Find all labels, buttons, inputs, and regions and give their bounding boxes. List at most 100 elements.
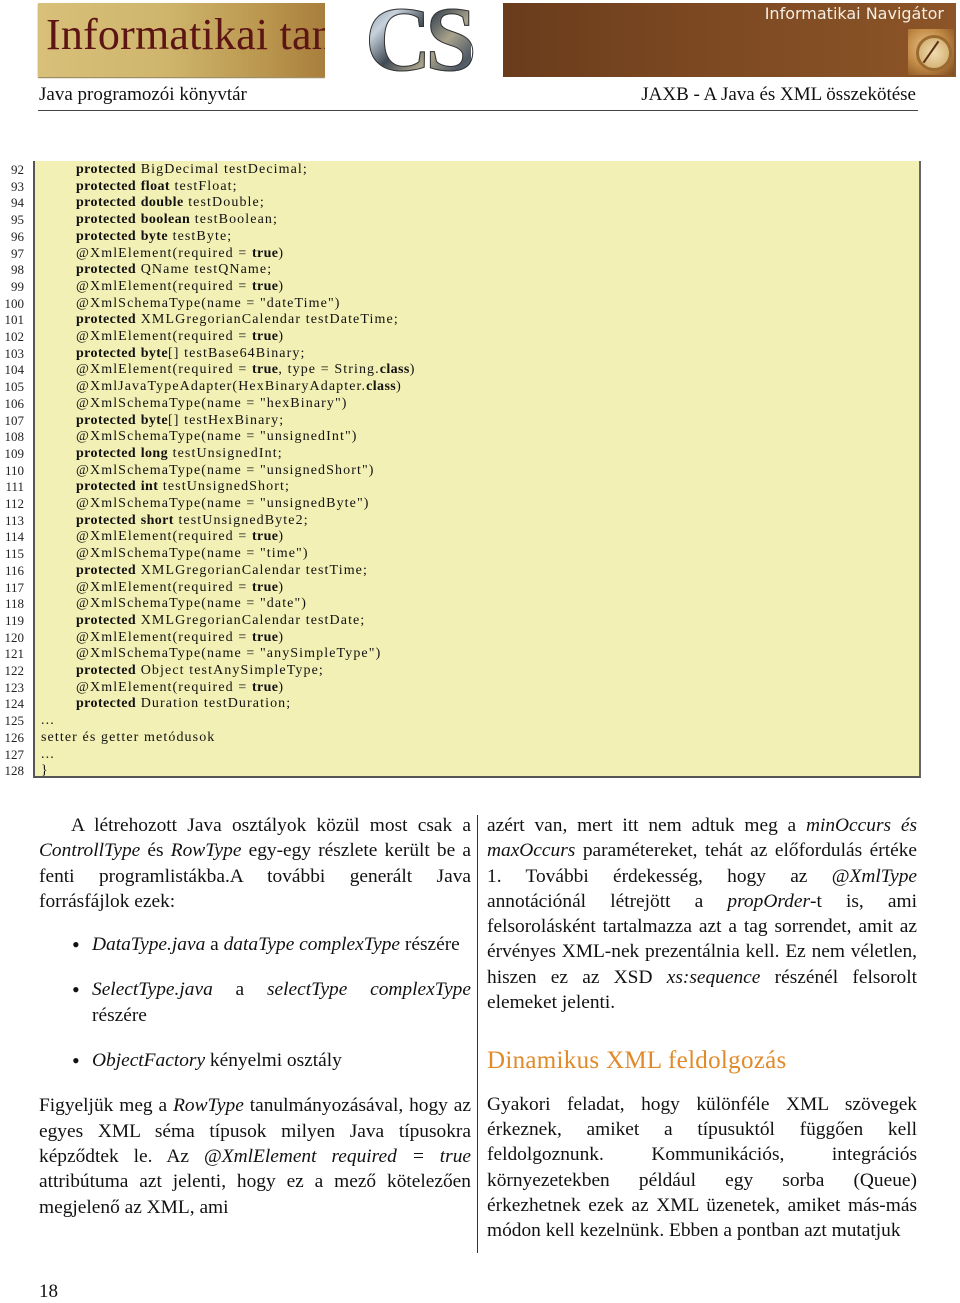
text-run: testByte;: [167, 228, 233, 244]
code-text: @XmlSchemaType(name = "unsignedByte"): [76, 496, 370, 513]
running-head: Java programozói könyvtár JAXB - A Java …: [38, 84, 918, 111]
text-run: @XmlSchemaType(name = "unsignedInt"): [76, 429, 358, 445]
code-text: protected XMLGregorianCalendar testTime;: [76, 563, 368, 580]
keyword: protected: [76, 562, 137, 578]
text-run: és: [140, 840, 171, 862]
keyword: protected: [76, 445, 137, 461]
code-text: protected byte[] testHexBinary;: [76, 413, 284, 430]
line-number: 116: [4, 562, 24, 578]
keyword: protected: [76, 262, 137, 278]
line-number: 99: [11, 278, 24, 294]
text-run: a: [205, 934, 224, 956]
text-run: testFloat;: [169, 178, 238, 194]
text-run: , type = String.: [278, 362, 380, 378]
code-text: @XmlElement(required = true): [76, 246, 284, 263]
keyword: true: [251, 278, 279, 294]
line-number: 122: [4, 663, 25, 678]
text-run: Gyakori feladat, hogy különféle XML szöv…: [487, 1093, 917, 1242]
emphasized-text: dataType complexType: [223, 934, 401, 956]
line-number: 105: [4, 379, 25, 395]
keyword: class: [379, 362, 410, 378]
keyword: true: [251, 629, 279, 645]
cs-logo: CS: [325, 0, 505, 86]
keyword: long: [140, 445, 168, 461]
line-number: 118: [4, 596, 24, 612]
banner-title-panel: Informatikai tanulmányok: [38, 3, 511, 77]
text-run: testUnsignedShort;: [158, 479, 290, 495]
keyword: byte: [140, 345, 168, 361]
keyword: protected: [76, 228, 137, 244]
code-text: @XmlJavaTypeAdapter(HexBinaryAdapter.cla…: [76, 379, 402, 396]
code-text: protected byte testByte;: [76, 229, 232, 246]
code-text: protected byte[] testBase64Binary;: [76, 346, 305, 363]
text-run: ...: [41, 746, 55, 762]
text-run: [] testBase64Binary;: [167, 345, 306, 361]
right-paragraph-dynamic-xml: Gyakori feladat, hogy különféle XML szöv…: [487, 1092, 917, 1244]
keyword: true: [251, 579, 279, 595]
line-number: 123: [4, 679, 25, 695]
code-text: protected boolean testBoolean;: [76, 212, 278, 229]
line-number: 125: [4, 713, 25, 729]
text-run: @XmlElement(required =: [76, 579, 252, 595]
code-text: protected short testUnsignedByte2;: [76, 513, 309, 530]
code-text: ...: [41, 713, 55, 730]
text-run: ): [409, 362, 416, 378]
line-number: 92: [11, 162, 24, 177]
text-run: ): [278, 329, 285, 344]
code-text: protected double testDouble;: [76, 195, 265, 212]
keyword: protected: [76, 212, 137, 228]
code-text: @XmlElement(required = true): [76, 580, 284, 597]
text-run: Duration testDuration;: [136, 696, 292, 712]
code-text: @XmlSchemaType(name = "anySimpleType"): [76, 646, 381, 663]
line-number: 113: [4, 512, 24, 528]
text-run: annotációnál létrejött a: [487, 890, 728, 912]
line-number: 107: [4, 412, 25, 428]
text-run: @XmlSchemaType(name = "unsignedByte"): [76, 496, 370, 511]
line-number: 93: [11, 178, 24, 194]
keyword: protected: [76, 162, 137, 177]
keyword: true: [251, 679, 279, 695]
line-number: 111: [5, 479, 24, 495]
list-item: ObjectFactory kényelmi osztály: [39, 1048, 471, 1074]
text-run: @XmlSchemaType(name = "time"): [76, 546, 309, 562]
code-text: @XmlElement(required = true): [76, 529, 284, 546]
text-run: részére: [92, 1004, 147, 1026]
line-number: 95: [11, 212, 24, 228]
emphasized-text: propOrder: [727, 890, 810, 912]
text-run: @XmlElement(required =: [76, 629, 252, 645]
emphasized-text: selectType complexType: [266, 979, 471, 1001]
cs-logo-letters: CS: [365, 0, 478, 86]
text-run: Object testAnySimpleType;: [136, 663, 324, 678]
code-text: @XmlSchemaType(name = "unsignedShort"): [76, 463, 375, 480]
text-run: testUnsignedInt;: [168, 445, 283, 461]
line-number: 96: [11, 228, 24, 244]
text-run: ): [278, 278, 285, 294]
keyword: byte: [140, 412, 168, 428]
right-paragraph-occurs: azért van, mert itt nem adtuk meg a minO…: [487, 813, 917, 1015]
line-number: 106: [4, 395, 25, 411]
code-text: protected float testFloat;: [76, 179, 238, 196]
code-text: protected QName testQName;: [76, 262, 272, 279]
code-text: @XmlElement(required = true): [76, 680, 284, 697]
text-run: @XmlElement(required =: [76, 362, 252, 378]
text-run: XMLGregorianCalendar testDateTime;: [136, 312, 399, 328]
line-number: 94: [11, 195, 24, 211]
emphasized-text: ObjectFactory: [92, 1050, 206, 1072]
keyword: protected: [76, 512, 137, 528]
text-run: @XmlElement(required =: [76, 278, 252, 294]
code-text: @XmlElement(required = true): [76, 279, 284, 296]
code-text: @XmlSchemaType(name = "date"): [76, 596, 307, 613]
text-run: attribútuma azt jelenti, hogy ez a mező …: [39, 1171, 471, 1218]
text-run: testDouble;: [183, 195, 265, 211]
text-run: setter és getter metódusok: [41, 729, 216, 745]
line-number: 121: [4, 646, 25, 662]
keyword: short: [140, 512, 174, 528]
line-number: 100: [4, 295, 25, 311]
keyword: true: [251, 529, 279, 545]
line-number: 109: [4, 445, 25, 461]
code-text: protected int testUnsignedShort;: [76, 479, 290, 496]
emphasized-text: SelectType.java: [92, 979, 213, 1001]
text-run: BigDecimal testDecimal;: [136, 162, 308, 177]
line-number: 112: [4, 496, 24, 511]
text-run: testUnsignedByte2;: [173, 512, 309, 528]
